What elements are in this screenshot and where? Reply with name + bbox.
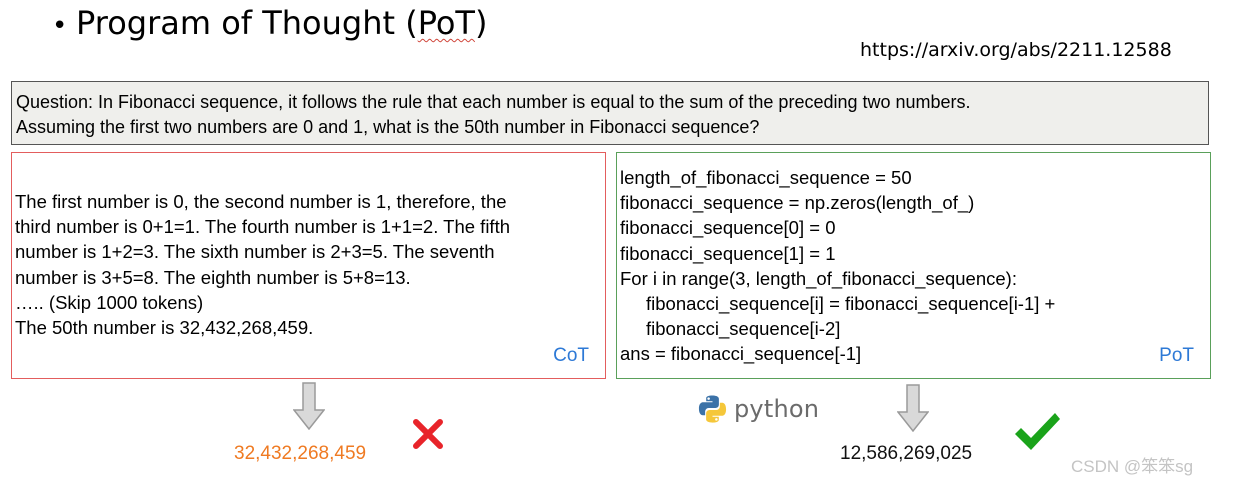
title-abbreviation: PoT bbox=[417, 4, 475, 42]
check-mark-icon bbox=[1015, 413, 1060, 450]
pot-code-line: fibonacci_sequence = np.zeros(length_of_… bbox=[620, 192, 975, 214]
cross-mark-icon bbox=[413, 419, 443, 449]
pot-tag: PoT bbox=[1159, 345, 1194, 366]
pot-code-line: For i in range(3, length_of_fibonacci_se… bbox=[620, 267, 1017, 289]
pot-code-line: fibonacci_sequence[0] = 0 bbox=[620, 217, 836, 239]
question-line: Question: In Fibonacci sequence, it foll… bbox=[16, 92, 971, 112]
cot-line: The first number is 0, the second number… bbox=[15, 191, 507, 212]
question-line: Assuming the first two numbers are 0 and… bbox=[16, 117, 760, 137]
python-logo-icon bbox=[698, 395, 727, 423]
title-text: Program of Thought ( bbox=[76, 4, 418, 42]
source-url: https://arxiv.org/abs/2211.12588 bbox=[860, 39, 1172, 61]
title-close-paren: ) bbox=[474, 4, 488, 42]
question-box: Question: In Fibonacci sequence, it foll… bbox=[11, 81, 1209, 145]
cot-line: number is 1+2=3. The sixth number is 2+3… bbox=[15, 241, 495, 263]
pot-down-arrow-icon bbox=[897, 384, 929, 432]
pot-answer: 12,586,269,025 bbox=[840, 443, 973, 464]
cot-line: third number is 0+1=1. The fourth number… bbox=[15, 216, 511, 238]
pot-code-line: fibonacci_sequence[1] = 1 bbox=[620, 242, 836, 264]
cot-panel: The first number is 0, the second number… bbox=[11, 152, 606, 379]
cot-line: number is 3+5=8. The eighth number is 5+… bbox=[15, 266, 411, 288]
cot-tag: CoT bbox=[553, 345, 589, 366]
bullet-icon: • bbox=[52, 11, 68, 41]
pot-code-line: fibonacci_sequence[i-2] bbox=[646, 318, 841, 340]
slide-title: • Program of Thought (PoT) bbox=[52, 2, 487, 47]
pot-code-line: ans = fibonacci_sequence[-1] bbox=[620, 343, 862, 365]
pot-code-line: length_of_fibonacci_sequence = 50 bbox=[620, 167, 912, 188]
pot-panel: length_of_fibonacci_sequence = 50 fibona… bbox=[616, 152, 1211, 379]
pot-code-line: fibonacci_sequence[i] = fibonacci_sequen… bbox=[646, 293, 1056, 315]
python-executor: python bbox=[697, 391, 819, 427]
cot-down-arrow-icon bbox=[293, 382, 325, 430]
python-label: python bbox=[734, 395, 820, 423]
cot-answer: 32,432,268,459 bbox=[234, 443, 367, 464]
cot-line: ….. (Skip 1000 tokens) bbox=[15, 291, 204, 313]
watermark: CSDN @笨笨sg bbox=[1071, 457, 1194, 476]
cot-line: The 50th number is 32,432,268,459. bbox=[15, 317, 314, 339]
